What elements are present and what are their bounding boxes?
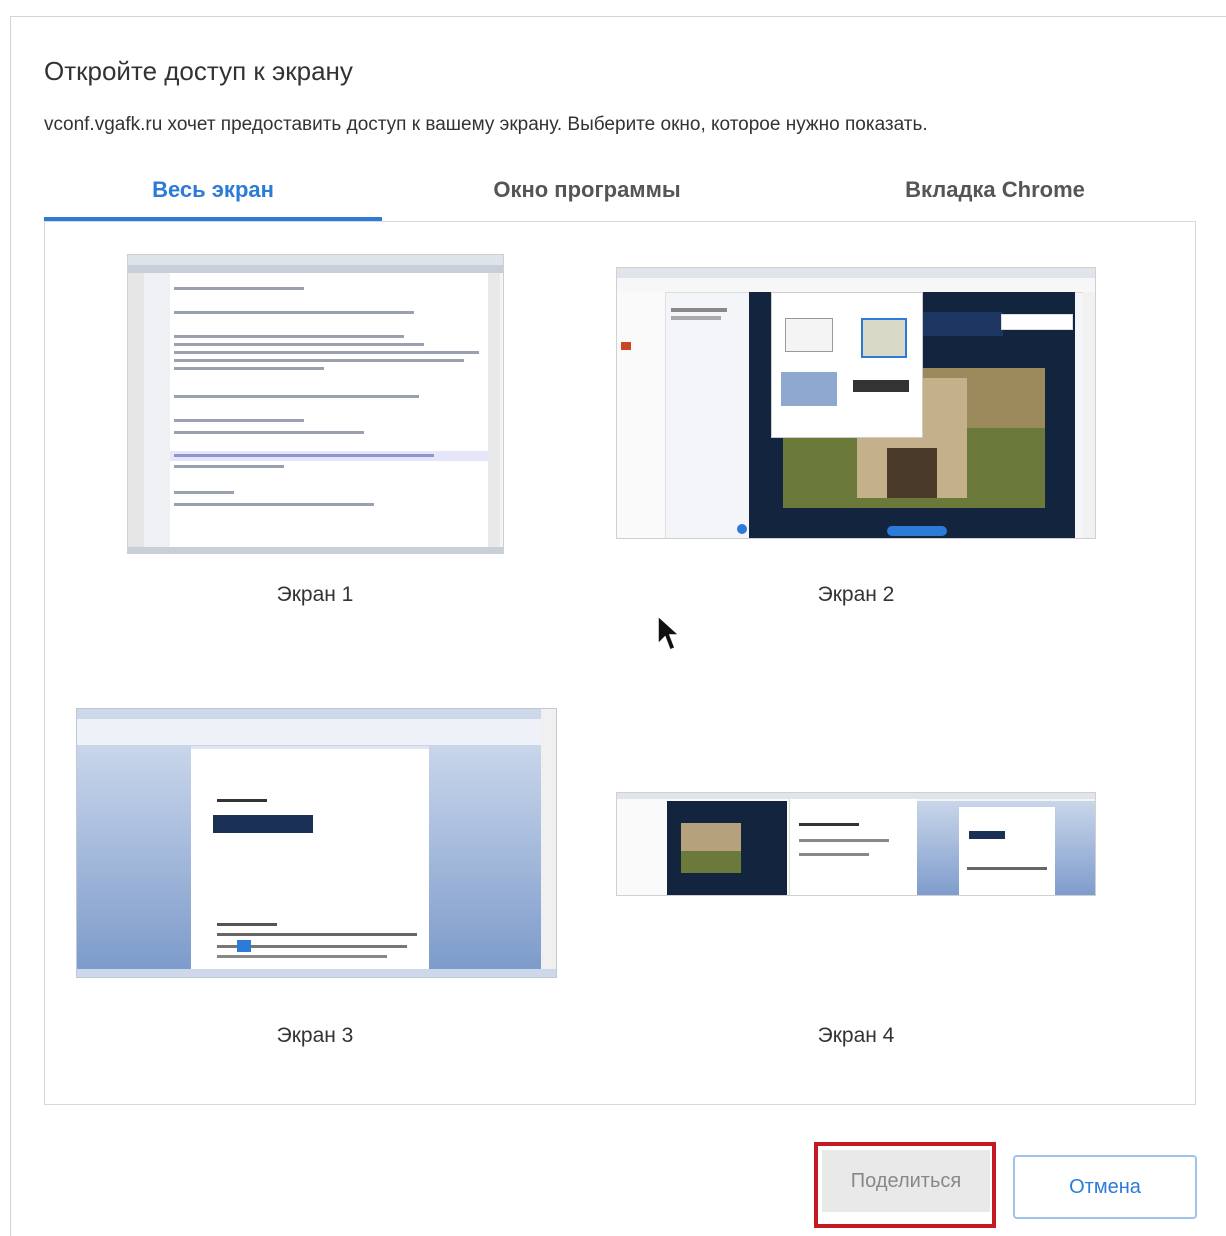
screen-4-thumbnail[interactable] <box>616 792 1096 896</box>
screen-4-label: Экран 4 <box>817 1024 895 1047</box>
screen-2-label: Экран 2 <box>817 583 895 606</box>
tab-chrome-tab-label: Вкладка Chrome <box>905 177 1085 202</box>
screen-3-label: Экран 3 <box>276 1024 354 1047</box>
share-button[interactable]: Поделиться <box>822 1150 990 1212</box>
screen-1-thumbnail[interactable] <box>127 254 504 554</box>
source-tabs: Весь экран Окно программы Вкладка Chrome <box>44 164 1196 222</box>
screen-2-thumbnail[interactable] <box>616 267 1096 539</box>
tab-application-window-label: Окно программы <box>493 177 681 202</box>
tab-application-window[interactable]: Окно программы <box>412 164 762 220</box>
tab-entire-screen-label: Весь экран <box>152 177 274 202</box>
tab-chrome-tab[interactable]: Вкладка Chrome <box>824 164 1166 220</box>
tab-entire-screen[interactable]: Весь экран <box>44 164 382 220</box>
dialog-subtitle: vconf.vgafk.ru хочет предоставить доступ… <box>44 114 928 135</box>
dialog-title: Откройте доступ к экрану <box>44 56 353 86</box>
mouse-cursor-icon <box>657 614 681 651</box>
screen-1-label: Экран 1 <box>276 583 354 606</box>
screen-3-thumbnail[interactable] <box>76 708 557 978</box>
cancel-button[interactable]: Отмена <box>1013 1155 1197 1219</box>
